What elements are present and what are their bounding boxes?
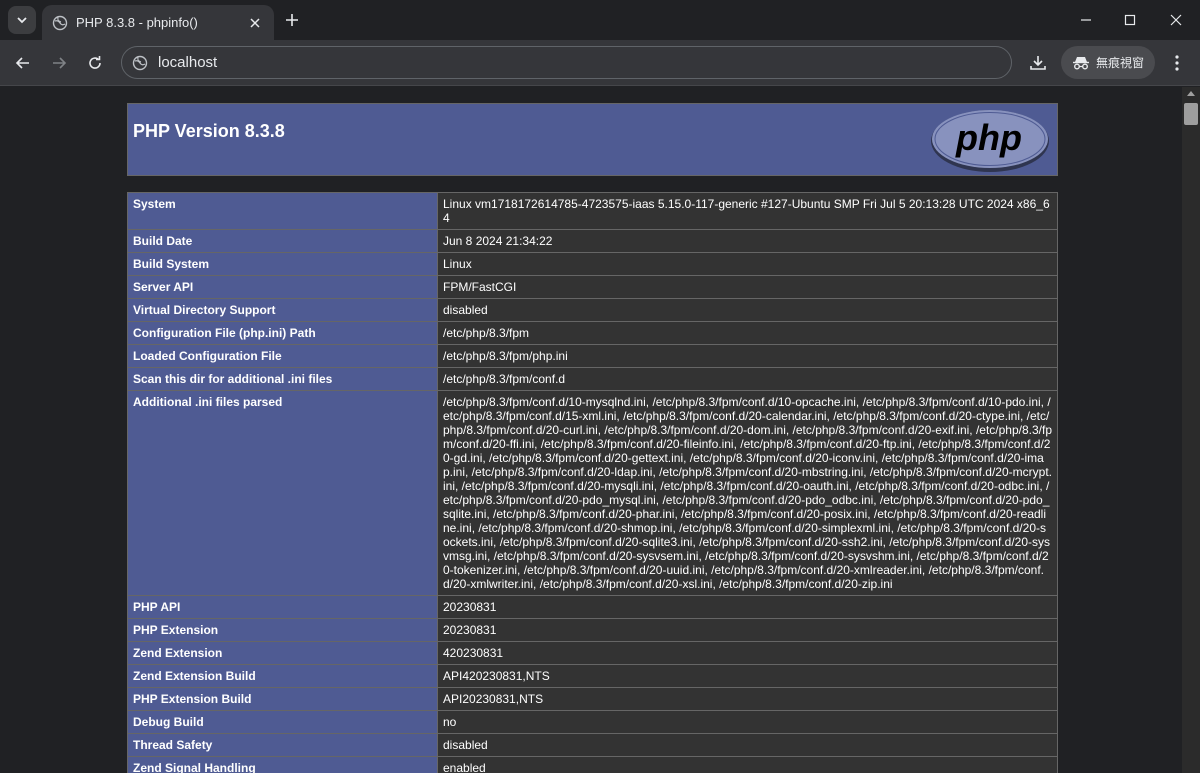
row-key: PHP API [127,595,438,619]
maximize-icon [1124,14,1136,26]
table-row: Zend Extension Build API420230831,NTS [127,664,1058,688]
incognito-icon [1073,56,1089,69]
more-vertical-icon [1175,55,1179,71]
row-value: /etc/php/8.3/fpm [437,321,1058,345]
table-row: Build System Linux [127,252,1058,276]
tab-search-button[interactable] [8,6,36,34]
page-title: PHP Version 8.3.8 [133,121,285,141]
row-key: Additional .ini files parsed [127,390,438,596]
tab-close-button[interactable] [246,14,264,32]
row-key: Build Date [127,229,438,253]
tab-strip: PHP 8.3.8 - phpinfo() [0,0,1200,40]
row-value: 420230831 [437,641,1058,665]
table-row: Configuration File (php.ini) Path/etc/ph… [127,321,1058,345]
row-key: System [127,192,438,230]
table-row: PHP Extension Build API20230831,NTS [127,687,1058,711]
vertical-scrollbar[interactable] [1182,87,1200,773]
browser-toolbar: localhost 無痕視窗 [0,40,1200,86]
page-viewport[interactable]: PHP Version 8.3.8 php System Linux vm1718… [0,87,1200,773]
row-value: Linux [437,252,1058,276]
maximize-button[interactable] [1120,10,1140,30]
row-key: Thread Safety [127,733,438,757]
chevron-down-icon [17,17,27,24]
row-value: API20230831,NTS [437,687,1058,711]
incognito-indicator[interactable]: 無痕視窗 [1061,46,1155,79]
forward-button[interactable] [48,52,70,74]
incognito-label: 無痕視窗 [1096,56,1145,70]
table-row: Scan this dir for additional .ini files /… [127,367,1058,391]
table-row: PHP Extension 20230831 [127,618,1058,642]
arrow-left-icon [15,57,29,69]
phpinfo-content: PHP Version 8.3.8 php System Linux vm1718… [127,103,1058,773]
row-value: disabled [437,298,1058,322]
row-key: Virtual Directory Support [127,298,438,322]
table-row: System Linux vm1718172614785-4723575-iaas… [127,192,1058,230]
plus-icon [286,14,298,26]
row-value: API420230831,NTS [437,664,1058,688]
row-key: Scan this dir for additional .ini files [127,367,438,391]
arrow-right-icon [53,57,67,69]
php-logo-text: php [955,117,1022,158]
row-key: Zend Extension Build [127,664,438,688]
row-value: no [437,710,1058,734]
tab-title: PHP 8.3.8 - phpinfo() [76,15,198,30]
minimize-icon [1081,19,1091,21]
php-version-header: PHP Version 8.3.8 php [127,103,1058,176]
table-row: Zend Signal Handling enabled [127,756,1058,773]
row-key: Debug Build [127,710,438,734]
window-close-button[interactable] [1166,10,1186,30]
row-key: Server API [127,275,438,299]
row-key: Build System [127,252,438,276]
row-key: Loaded Configuration File [127,344,438,368]
row-value: /etc/php/8.3/fpm/conf.d/10-mysqlnd.ini, … [437,390,1058,596]
row-value: Linux vm1718172614785-4723575-iaas 5.15.… [437,192,1058,230]
globe-icon [52,15,68,30]
table-row: Debug Build no [127,710,1058,734]
table-row: Zend Extension 420230831 [127,641,1058,665]
tab-active[interactable]: PHP 8.3.8 - phpinfo() [42,5,274,40]
minimize-button[interactable] [1076,10,1096,30]
row-value: /etc/php/8.3/fpm/conf.d [437,367,1058,391]
new-tab-button[interactable] [282,10,302,30]
row-key: Zend Signal Handling [127,756,438,773]
downloads-button[interactable] [1026,51,1050,75]
row-value: FPM/FastCGI [437,275,1058,299]
table-row: Build Date Jun 8 2024 21:34:22 [127,229,1058,253]
php-logo: php [931,110,1049,172]
row-key: Zend Extension [127,641,438,665]
table-row: Server API FPM/FastCGI [127,275,1058,299]
table-row: Additional .ini files parsed/etc/php/8.3… [127,390,1058,596]
close-icon [250,17,260,28]
close-icon [1170,14,1182,26]
row-value: /etc/php/8.3/fpm/php.ini [437,344,1058,368]
address-bar[interactable]: localhost [121,46,1012,79]
url-text: localhost [158,54,218,71]
site-info-icon[interactable] [132,55,148,71]
reload-button[interactable] [84,52,106,74]
table-row: Virtual Directory Support disabled [127,298,1058,322]
menu-button[interactable] [1166,52,1188,74]
row-key: PHP Extension [127,618,438,642]
row-key: PHP Extension Build [127,687,438,711]
table-row: Thread Safety disabled [127,733,1058,757]
scrollbar-thumb[interactable] [1184,103,1198,125]
scroll-up-arrow-icon[interactable] [1187,91,1195,96]
reload-icon [89,56,101,69]
phpinfo-table: System Linux vm1718172614785-4723575-iaas… [127,192,1058,773]
row-value: enabled [437,756,1058,773]
row-value: 20230831 [437,618,1058,642]
row-value: disabled [437,733,1058,757]
row-value: Jun 8 2024 21:34:22 [437,229,1058,253]
download-icon [1030,56,1046,70]
row-key: Configuration File (php.ini) Path [127,321,438,345]
back-button[interactable] [12,52,34,74]
row-value: 20230831 [437,595,1058,619]
table-row: Loaded Configuration File/etc/php/8.3/fp… [127,344,1058,368]
table-row: PHP API 20230831 [127,595,1058,619]
